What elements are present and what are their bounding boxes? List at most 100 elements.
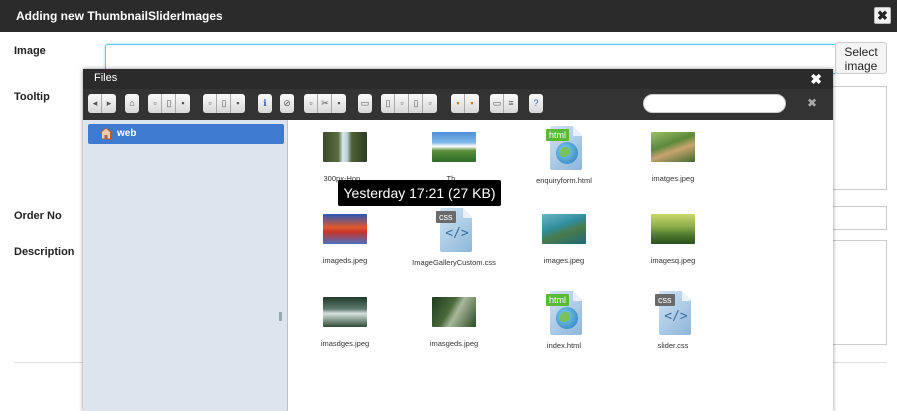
image-thumbnail	[542, 214, 586, 244]
file-name: imasdges.jpeg	[320, 339, 370, 348]
select-image-button[interactable]: Select image	[835, 42, 887, 74]
file-item[interactable]: html enquiryform.html	[509, 126, 619, 185]
copy-button[interactable]: ▫	[304, 94, 318, 113]
home-icon	[99, 127, 113, 140]
resize-icon: ▯	[413, 98, 419, 108]
open-icon: ▫	[208, 98, 212, 108]
css-file-icon: </> css	[436, 208, 472, 252]
forward-button[interactable]: ▸	[102, 94, 116, 113]
file-item[interactable]: Th...	[399, 132, 509, 183]
extract-group: ▪ ▪	[451, 94, 479, 113]
dialog-title: Adding new ThumbnailSliderImages	[16, 9, 223, 23]
file-type-badge: html	[546, 294, 570, 306]
paste-button[interactable]: ▪	[332, 94, 346, 113]
html-file-icon: html	[546, 126, 582, 170]
paste-icon: ▪	[337, 98, 341, 108]
rename-icon: ▯	[385, 98, 391, 108]
trash-icon: ⊘	[283, 98, 291, 108]
resize-button[interactable]: ▯	[409, 94, 423, 113]
file-name: slider.css	[657, 341, 689, 350]
toolbar-button-upload[interactable]: ▪	[176, 94, 190, 113]
file-item[interactable]: imasgeds.jpeg	[399, 297, 509, 348]
compress-button[interactable]: ▪	[465, 94, 479, 113]
rename-button[interactable]: ▯	[381, 94, 395, 113]
tree-item-web[interactable]: web	[88, 124, 284, 144]
info-button[interactable]: ℹ	[258, 94, 272, 113]
tree-resize-handle[interactable]	[279, 312, 282, 321]
rename-group: ▯ ▫ ▯ ▫	[381, 94, 437, 113]
help-group: ?	[529, 94, 543, 113]
order-no-label: Order No	[14, 210, 62, 222]
html-file-icon: html	[546, 291, 582, 335]
trash-button[interactable]: ⊘	[280, 94, 294, 113]
folder-tree: web	[83, 120, 288, 411]
file-name: images.jpeg	[543, 256, 585, 265]
file-item[interactable]: 300px-Hop...	[290, 132, 400, 183]
files-title: Files	[94, 72, 118, 84]
toolbar-button-download[interactable]: ▯	[217, 94, 231, 113]
image-thumbnail	[323, 297, 367, 327]
nav-group: ◂ ▸	[88, 94, 116, 113]
view-list-button[interactable]: ≡	[504, 94, 518, 113]
file-item[interactable]: imageds.jpeg	[290, 214, 400, 265]
cut-button[interactable]: ✂	[318, 94, 332, 113]
copy-icon: ▫	[309, 98, 313, 108]
home-button[interactable]: ⌂	[125, 94, 139, 113]
dialog-header: Adding new ThumbnailSliderImages ✖	[0, 0, 897, 32]
view-icons-button[interactable]: ▭	[490, 94, 504, 113]
toolbar-button-open[interactable]: ▫	[203, 94, 217, 113]
cut-icon: ✂	[321, 98, 329, 108]
toolbar-button-new-folder[interactable]: ▫	[148, 94, 162, 113]
search-clear-icon[interactable]: ✖	[807, 95, 817, 111]
select-icon: ▪	[236, 98, 240, 108]
clipboard-group: ▫ ✂ ▪	[304, 94, 346, 113]
file-item[interactable]: imagesq.jpeg	[618, 214, 728, 265]
view-group: ▭ ≡	[490, 94, 518, 113]
duplicate-button[interactable]: ▭	[358, 94, 372, 113]
image-thumbnail	[323, 214, 367, 244]
trash-group: ⊘	[280, 94, 294, 113]
files-titlebar: Files ✖	[83, 69, 833, 89]
edit-button[interactable]: ▫	[395, 94, 409, 113]
toolbar-button-select[interactable]: ▪	[231, 94, 245, 113]
file-item[interactable]: </> css ImageGalleryCustom.css	[399, 208, 509, 267]
order-no-input[interactable]	[833, 206, 887, 230]
back-icon: ◂	[92, 98, 98, 108]
help-button[interactable]: ?	[529, 94, 543, 113]
file-name: imagesq.jpeg	[650, 256, 696, 265]
compress-icon: ▪	[470, 98, 474, 108]
files-close-button[interactable]: ✖	[810, 70, 822, 88]
file-item[interactable]: </> css slider.css	[618, 291, 728, 350]
edit-icon: ▫	[400, 98, 404, 108]
tooltip-label: Tooltip	[14, 91, 50, 103]
file-item[interactable]: imasdges.jpeg	[290, 297, 400, 348]
help-icon: ?	[533, 98, 539, 108]
list-icon: ≡	[508, 98, 514, 108]
file-name: imatges.jpeg	[651, 174, 695, 183]
files-search-input[interactable]	[643, 94, 786, 113]
files-window: Files ✖ ◂ ▸ ⌂ ▫ ▯ ▪ ▫ ▯ ▪ ℹ ⊘ ▫ ✂ ▪ ▭ ▯ …	[83, 69, 833, 411]
file-name: imageds.jpeg	[322, 256, 368, 265]
image-thumbnail	[432, 132, 476, 162]
forward-icon: ▸	[106, 98, 112, 108]
file-name: enquiryform.html	[536, 176, 592, 185]
dialog-close-button[interactable]: ✖	[874, 7, 891, 24]
back-button[interactable]: ◂	[88, 94, 102, 113]
tree-item-label: web	[117, 128, 137, 139]
file-item[interactable]: imatges.jpeg	[618, 132, 728, 183]
toolbar-button-new-file[interactable]: ▯	[162, 94, 176, 113]
file-item[interactable]: images.jpeg	[509, 214, 619, 265]
description-textarea[interactable]	[833, 240, 887, 345]
file-name: ImageGalleryCustom.css	[412, 258, 496, 267]
duplicate-group: ▭	[358, 94, 372, 113]
extract-button[interactable]: ▪	[451, 94, 465, 113]
archive-icon: ▫	[428, 98, 432, 108]
archive-button[interactable]: ▫	[423, 94, 437, 113]
home-group: ⌂	[125, 94, 139, 113]
duplicate-icon: ▭	[360, 98, 370, 108]
file-item[interactable]: html index.html	[509, 291, 619, 350]
tooltip-textarea[interactable]	[833, 86, 887, 190]
view-icon: ▭	[492, 98, 502, 108]
file-ops-group: ▫ ▯ ▪	[148, 94, 190, 113]
description-label: Description	[14, 246, 75, 258]
